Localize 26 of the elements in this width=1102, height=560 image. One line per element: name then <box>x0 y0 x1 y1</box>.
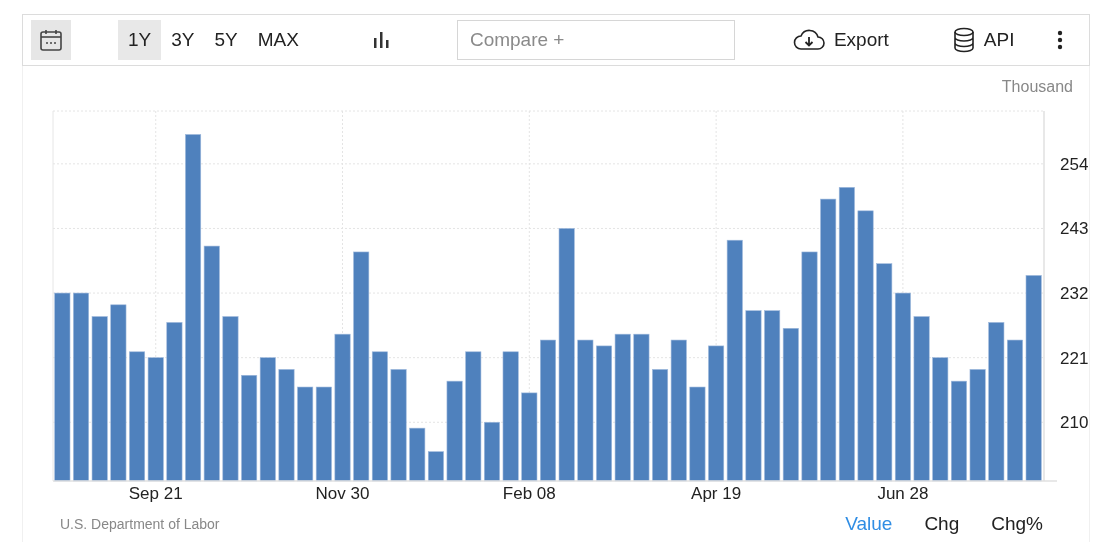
axis-label: Sep 21 <box>128 484 183 503</box>
unit-label: Thousand <box>1001 78 1073 97</box>
calendar-icon <box>39 28 63 52</box>
axis-label: 210 <box>1060 413 1089 433</box>
kebab-menu-icon <box>1057 30 1063 50</box>
axis-label: Apr 19 <box>691 484 742 503</box>
axis-label: 221 <box>1060 348 1089 368</box>
export-button[interactable]: Export <box>786 20 895 60</box>
range-tab[interactable]: 5Y <box>204 20 248 60</box>
api-button[interactable]: API <box>946 20 1021 60</box>
axis-label: Jun 28 <box>877 484 929 503</box>
calendar-button[interactable] <box>31 20 71 60</box>
range-tab[interactable]: MAX <box>247 20 309 60</box>
range-tab[interactable]: 1Y <box>118 20 162 60</box>
axis-label: Nov 30 <box>315 484 370 503</box>
axis-label: 254 <box>1060 154 1089 174</box>
axis-label: Feb 08 <box>502 484 556 503</box>
axis-label: 243 <box>1060 219 1089 239</box>
cloud-download-icon <box>792 29 825 51</box>
range-tab[interactable]: 3Y <box>161 20 205 60</box>
compare-field[interactable]: Compare + <box>456 20 735 60</box>
source-text: U.S. Department of Labor <box>60 516 220 532</box>
database-icon <box>952 27 975 53</box>
view-tab[interactable]: Chg% <box>991 513 1043 535</box>
view-tab[interactable]: Chg <box>924 513 960 535</box>
axis-label: 232 <box>1060 284 1089 304</box>
